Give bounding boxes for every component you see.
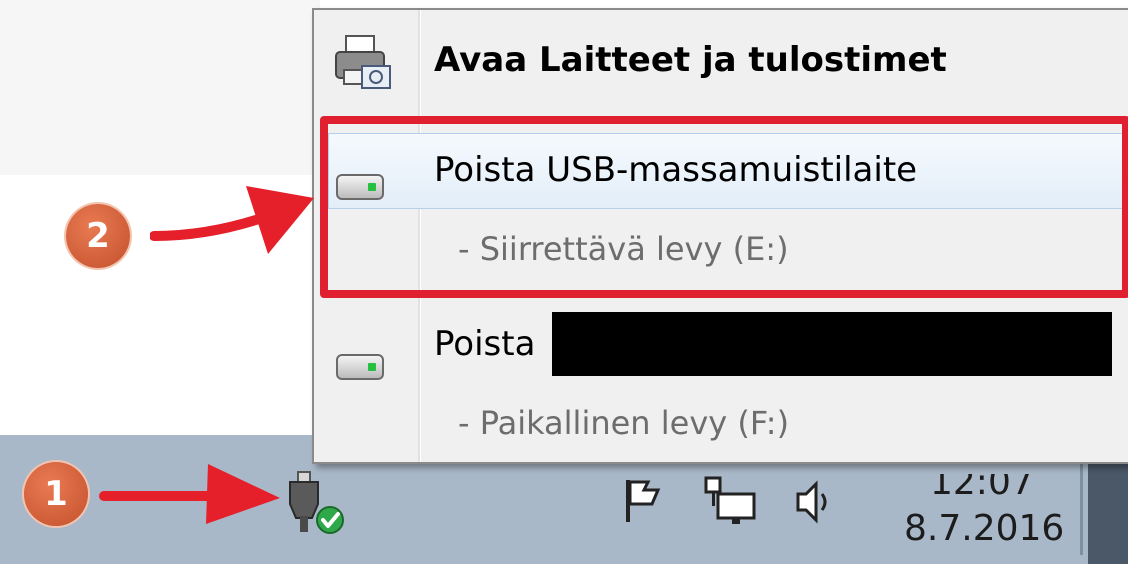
printer-icon bbox=[332, 32, 394, 94]
menu-item-label: Avaa Laitteet ja tulostimet bbox=[434, 40, 947, 80]
menu-item-open-devices-and-printers[interactable]: Avaa Laitteet ja tulostimet bbox=[314, 10, 1128, 110]
annotation-highlight-box bbox=[320, 116, 1128, 298]
annotation-badge-2: 2 bbox=[66, 204, 130, 268]
local-drive-icon bbox=[336, 354, 384, 380]
action-center-flag-icon[interactable] bbox=[622, 478, 668, 524]
tray-date[interactable]: 8.7.2016 bbox=[904, 508, 1064, 549]
redacted-device-name bbox=[552, 312, 1112, 376]
annotation-arrow-1 bbox=[99, 464, 280, 524]
volume-icon[interactable] bbox=[794, 480, 840, 524]
safely-remove-hardware-menu: Avaa Laitteet ja tulostimet Poista USB-m… bbox=[312, 8, 1128, 464]
menu-item-label: Poista bbox=[434, 324, 536, 364]
annotation-arrow-2 bbox=[150, 186, 314, 254]
desktop-background bbox=[0, 0, 320, 175]
safely-remove-hardware-icon[interactable] bbox=[282, 470, 348, 536]
menu-item-sublabel: - Paikallinen levy (F:) bbox=[458, 404, 790, 442]
annotation-badge-1: 1 bbox=[24, 462, 88, 526]
network-icon[interactable] bbox=[702, 476, 758, 526]
